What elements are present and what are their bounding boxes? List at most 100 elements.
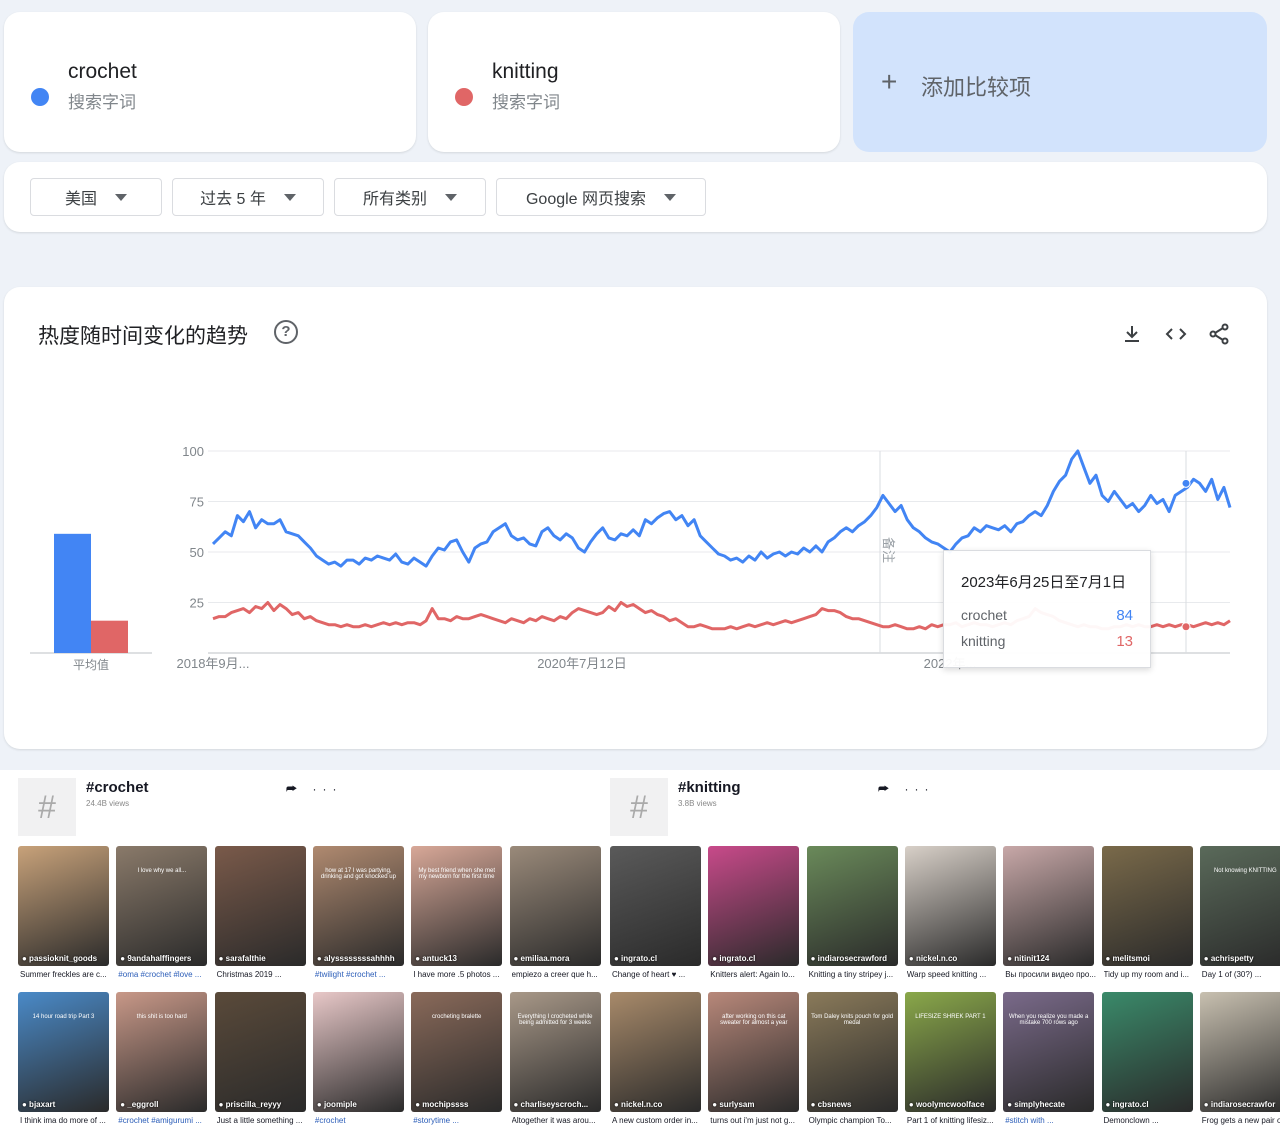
video-thumbnail[interactable]: ● passioknit_goods [18, 846, 109, 966]
video-overlay-text: Not knowing KNITTING [1213, 868, 1277, 874]
video-thumbnail[interactable]: ● ingrato.cl [708, 846, 800, 966]
video-thumbnail[interactable]: ● indiarosecrawford [806, 846, 898, 966]
video-caption[interactable]: Demonclown ... [1104, 1116, 1195, 1125]
video-thumbnail[interactable]: ● ingrato.cl [610, 846, 701, 966]
series-color-dot [455, 88, 473, 106]
video-caption[interactable]: #oma #crochet #love ... [118, 970, 209, 979]
video-username: ● 9andahalffingers [120, 954, 192, 963]
video-caption[interactable]: #twilight #crochet ... [315, 970, 406, 979]
video-caption[interactable]: Tidy up my room and i... [1104, 970, 1195, 979]
share-icon[interactable] [1207, 322, 1231, 346]
category-dropdown[interactable]: 所有类别 [334, 178, 486, 216]
video-caption[interactable]: Altogether it was arou... [512, 1116, 603, 1125]
hashtag-views: 24.4B views [86, 799, 130, 808]
search-type-dropdown[interactable]: Google 网页搜索 [496, 178, 706, 216]
video-overlay-text: this shit is too hard [136, 1014, 187, 1020]
video-caption[interactable]: Knitters alert: Again lo... [710, 970, 801, 979]
caret-down-icon [445, 193, 457, 201]
video-thumbnail[interactable]: Tom Daley knits pouch for gold medal ● cb… [806, 992, 898, 1112]
time-range-dropdown[interactable]: 过去 5 年 [172, 178, 324, 216]
hashtag-icon: # [610, 778, 668, 836]
video-caption[interactable]: I think ima do more of ... [20, 1116, 111, 1125]
video-overlay-text: crocheting bralette [432, 1014, 482, 1020]
video-caption[interactable]: #storytime ... [413, 1116, 504, 1125]
video-overlay-text: My best friend when she met my newborn f… [418, 868, 496, 880]
caret-down-icon [664, 193, 677, 201]
video-caption[interactable]: Part 1 of knitting lifesiz... [907, 1116, 998, 1125]
video-username: ● charliseyscroch... [513, 1100, 589, 1109]
video-caption[interactable]: turns out i'm just not g... [710, 1116, 801, 1125]
region-label: 美国 [64, 191, 97, 208]
term-card-knitting[interactable]: knitting 搜索字词 [428, 12, 840, 152]
video-thumbnail[interactable]: 14 hour road trip Part 3 ● bjaxart [18, 992, 109, 1112]
video-caption[interactable]: #crochet [315, 1116, 406, 1125]
video-username: ● achrispetty [1203, 954, 1254, 963]
video-caption[interactable]: Just a little something ... [217, 1116, 308, 1125]
video-thumbnail[interactable]: ● nitinit124 [1003, 846, 1095, 966]
tooltip-series-value: 13 [1116, 633, 1133, 650]
add-comparison-button[interactable]: + 添加比较项 [853, 12, 1267, 152]
hashtag-name[interactable]: #knitting [678, 779, 741, 796]
video-thumbnail[interactable]: I love why we all... ● 9andahalffingers [116, 846, 208, 966]
video-caption[interactable]: #stitch with ... [1005, 1116, 1096, 1125]
video-caption[interactable]: Olympic champion To... [809, 1116, 900, 1125]
x-tick-label: 2018年9月... [177, 656, 250, 671]
video-caption[interactable]: Вы просили видео про... [1005, 970, 1096, 979]
video-caption[interactable]: Christmas 2019 ... [217, 970, 308, 979]
term-name: crochet [68, 60, 137, 83]
video-overlay-text: after working on this cat sweater for al… [720, 1014, 788, 1026]
share-more-icons[interactable]: ⮫ ··· [286, 782, 343, 797]
embed-icon[interactable] [1164, 322, 1188, 346]
plus-icon: + [881, 66, 898, 97]
y-tick-label: 75 [190, 495, 204, 510]
average-label: 平均值 [73, 657, 109, 672]
video-overlay-text: LIFESIZE SHREK PART 1 [915, 1014, 986, 1020]
term-type: 搜索字词 [492, 93, 560, 112]
video-caption[interactable]: Day 1 of (30?) ... [1202, 970, 1280, 979]
video-thumbnail[interactable]: ● sarafalthie [214, 846, 306, 966]
hashtag-views: 3.8B views [678, 799, 717, 808]
video-thumbnail[interactable]: after working on this cat sweater for al… [708, 992, 800, 1112]
video-caption[interactable]: A new custom order in... [612, 1116, 703, 1125]
video-thumbnail[interactable]: ● emiliaa.mora [509, 846, 601, 966]
chart-tooltip: 2023年6月25日至7月1日 crochet 84 knitting 13 [943, 550, 1151, 668]
region-dropdown[interactable]: 美国 [30, 178, 162, 216]
download-icon[interactable] [1120, 322, 1144, 346]
video-thumbnail[interactable]: Not knowing KNITTING ● achrispetty [1199, 846, 1280, 966]
video-thumbnail[interactable]: ● nickel.n.co [904, 846, 996, 966]
term-type: 搜索字词 [68, 93, 136, 112]
video-username: ● woolymcwoolface [908, 1100, 985, 1109]
video-thumbnail[interactable]: crocheting bralette ● mochipssss [411, 992, 503, 1112]
video-thumbnail[interactable]: ● nickel.n.co [610, 992, 701, 1112]
help-icon[interactable]: ? [274, 320, 298, 344]
video-thumbnail[interactable]: ● priscilla_reyyy [214, 992, 306, 1112]
video-thumbnail[interactable]: LIFESIZE SHREK PART 1 ● woolymcwoolface [904, 992, 996, 1112]
video-thumbnail[interactable]: ● melitsmoi [1101, 846, 1193, 966]
video-thumbnail[interactable]: ● joomiple [312, 992, 404, 1112]
video-overlay-text: Tom Daley knits pouch for gold medal [811, 1014, 894, 1026]
video-username: ● cbsnews [810, 1100, 852, 1109]
video-caption[interactable]: Frog gets a new pair o... [1202, 1116, 1280, 1125]
term-card-crochet[interactable]: crochet 搜索字词 [4, 12, 416, 152]
video-caption[interactable]: Warp speed knitting ... [907, 970, 998, 979]
video-thumbnail[interactable]: ● ingrato.cl [1101, 992, 1193, 1112]
video-thumbnail[interactable]: ● indiarosecrawfor [1199, 992, 1280, 1112]
note-label: 备注 [881, 537, 896, 563]
video-caption[interactable]: #crochet #amigurumi ... [118, 1116, 209, 1125]
tooltip-date: 2023年6月25日至7月1日 [961, 574, 1127, 591]
hashtag-name[interactable]: #crochet [86, 779, 149, 796]
video-thumbnail[interactable]: Everything I crocheted while being admit… [509, 992, 601, 1112]
video-username: ● nickel.n.co [614, 1100, 663, 1109]
share-more-icons[interactable]: ⮫ ··· [878, 782, 935, 797]
video-caption[interactable]: empiezo a creer que h... [512, 970, 603, 979]
video-caption[interactable]: Change of heart ♥ ... [612, 970, 703, 979]
video-caption[interactable]: Summer freckles are c... [20, 970, 111, 979]
video-overlay-text: Everything I crocheted while being admit… [517, 1014, 593, 1026]
video-thumbnail[interactable]: My best friend when she met my newborn f… [411, 846, 503, 966]
caret-down-icon [115, 193, 127, 201]
video-caption[interactable]: Knitting a tiny stripey j... [809, 970, 900, 979]
video-thumbnail[interactable]: When you realize you made a mistake 700 … [1003, 992, 1095, 1112]
video-caption[interactable]: I have more .5 photos ... [413, 970, 504, 979]
video-thumbnail[interactable]: this shit is too hard ● _eggroll [116, 992, 208, 1112]
video-thumbnail[interactable]: how at 17 I was partying, drinking and g… [312, 846, 404, 966]
